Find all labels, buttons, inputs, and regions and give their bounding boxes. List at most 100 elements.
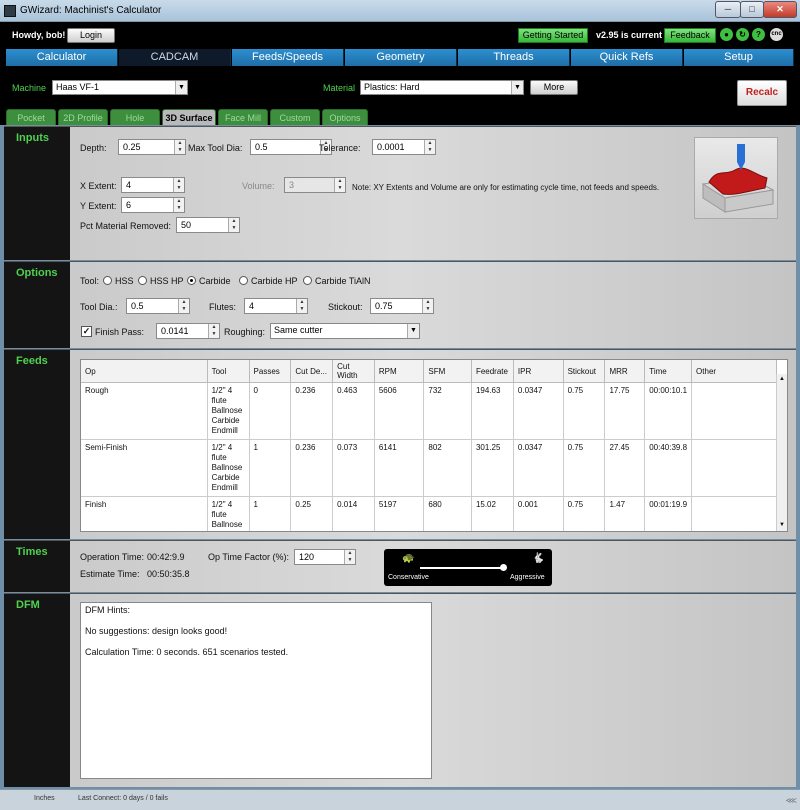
radio-hss[interactable]: HSS [103, 276, 134, 286]
maximize-icon[interactable]: □ [740, 1, 764, 18]
material-select[interactable]: Plastics: Hard ▼ [360, 80, 524, 95]
col-tool[interactable]: Tool [207, 360, 250, 383]
spinner-icon[interactable]: ▲ ▼ [178, 299, 189, 313]
spinner-icon[interactable]: ▲ ▼ [296, 299, 307, 313]
col-time[interactable]: Time [644, 360, 693, 383]
col-feedrate[interactable]: Feedrate [471, 360, 514, 383]
col-op[interactable]: Op [81, 360, 208, 383]
op-time-factor-field[interactable]: 120 ▲ ▼ [294, 549, 356, 565]
table-cell [691, 382, 777, 440]
tab-cadcam[interactable]: CADCAM [119, 49, 231, 66]
col-other[interactable]: Other [691, 360, 777, 383]
login-button[interactable]: Login [67, 28, 115, 43]
tolerance-value: 0.0001 [377, 142, 405, 152]
spinner-icon[interactable]: ▲ ▼ [173, 198, 184, 212]
tool-label: Tool: [80, 276, 100, 286]
table-cell: 0.0347 [513, 439, 564, 497]
table-scrollbar[interactable]: ▲ ▼ [776, 374, 787, 531]
table-cell: 0.236 [290, 382, 334, 440]
settings-icon[interactable]: ↻ [736, 28, 749, 41]
table-row[interactable]: Finish1/2" 4 flute Ballnose Carbide Endm… [81, 496, 777, 531]
radio-hss-hp[interactable]: HSS HP [138, 276, 184, 286]
machine-select[interactable]: Haas VF-1 ▼ [52, 80, 188, 95]
finish-pass-value: 0.0141 [161, 326, 189, 336]
col-passes[interactable]: Passes [249, 360, 292, 383]
forum-icon[interactable]: ● [720, 28, 733, 41]
radio-carbide-hp[interactable]: Carbide HP [239, 276, 298, 286]
radio-selected-icon[interactable] [187, 276, 196, 285]
col-sfm[interactable]: SFM [423, 360, 472, 383]
close-icon[interactable]: ✕ [763, 1, 797, 18]
radio-icon[interactable] [103, 276, 112, 285]
finish-pass-checkbox[interactable]: ✓ [81, 326, 92, 337]
table-row[interactable]: Semi-Finish 1/2" 4 flute Ballnose Carbide… [81, 439, 777, 497]
x-extent-field[interactable]: 4 ▲ ▼ [121, 177, 185, 193]
aggressiveness-slider[interactable]: 🐢 🐇 Conservative Aggressive [384, 549, 552, 586]
surface-illustration [701, 144, 775, 213]
y-extent-field[interactable]: 6 ▲ ▼ [121, 197, 185, 213]
app-icon [4, 5, 16, 17]
col-stickout[interactable]: Stickout [563, 360, 606, 383]
roughing-select[interactable]: Same cutter ▼ [270, 323, 420, 339]
col-ipr[interactable]: IPR [513, 360, 564, 383]
radio-icon[interactable] [239, 276, 248, 285]
spinner-icon[interactable]: ▲ ▼ [174, 140, 185, 154]
slider-track[interactable] [420, 567, 504, 569]
finish-pass-field[interactable]: 0.0141 ▲ ▼ [156, 323, 220, 339]
getting-started-button[interactable]: Getting Started [518, 28, 588, 43]
stickout-field[interactable]: 0.75 ▲ ▼ [370, 298, 434, 314]
tolerance-field[interactable]: 0.0001 ▲ ▼ [372, 139, 436, 155]
subtab-2d-profile[interactable]: 2D Profile [58, 109, 108, 125]
slider-thumb[interactable] [500, 564, 507, 571]
tab-quick-refs[interactable]: Quick Refs [571, 49, 683, 66]
title-bar: GWizard: Machinist's Calculator ─ □ ✕ [0, 0, 800, 22]
flutes-field[interactable]: 4 ▲ ▼ [244, 298, 308, 314]
col-cut-width[interactable]: Cut Width [332, 360, 375, 383]
table-cell: 0.75 [563, 382, 606, 440]
subtab-hole[interactable]: Hole [110, 109, 160, 125]
help-icon[interactable]: ? [752, 28, 765, 41]
logo-icon[interactable]: cnc [770, 28, 783, 41]
pct-material-field[interactable]: 50 ▲ ▼ [176, 217, 240, 233]
radio-icon[interactable] [138, 276, 147, 285]
subtab-custom[interactable]: Custom [270, 109, 320, 125]
spinner-icon[interactable]: ▲ ▼ [422, 299, 433, 313]
more-button[interactable]: More [530, 80, 578, 95]
minimize-icon[interactable]: ─ [715, 1, 741, 18]
table-cell: 0.25 [290, 496, 334, 531]
x-extent-value: 4 [126, 180, 132, 190]
radio-carbide-tialn[interactable]: Carbide TiAlN [303, 276, 371, 286]
tab-setup[interactable]: Setup [684, 49, 794, 66]
dfm-hints-box[interactable]: DFM Hints: No suggestions: design looks … [80, 602, 432, 779]
radio-carbide[interactable]: Carbide [187, 276, 231, 286]
col-rpm[interactable]: RPM [374, 360, 425, 383]
feedback-button[interactable]: Feedback [664, 28, 716, 43]
spinner-icon[interactable]: ▲ ▼ [173, 178, 184, 192]
max-tool-dia-label: Max Tool Dia: [188, 143, 243, 153]
col-mrr[interactable]: MRR [604, 360, 646, 383]
tab-geometry[interactable]: Geometry [345, 49, 457, 66]
spinner-icon[interactable]: ▲ ▼ [344, 550, 355, 564]
subtab-face-mill[interactable]: Face Mill [218, 109, 268, 125]
tool-dia-value: 0.5 [131, 301, 144, 311]
subtab-pocket[interactable]: Pocket [6, 109, 56, 125]
subtab-options[interactable]: Options [322, 109, 368, 125]
table-cell: Rough [81, 382, 208, 440]
radio-icon[interactable] [303, 276, 312, 285]
aggressive-label: Aggressive [510, 574, 545, 581]
spinner-icon[interactable]: ▲ ▼ [424, 140, 435, 154]
tool-dia-field[interactable]: 0.5 ▲ ▼ [126, 298, 190, 314]
resize-grip-icon[interactable]: ⋘ [786, 796, 797, 805]
tab-threads[interactable]: Threads [458, 49, 570, 66]
spinner-icon[interactable]: ▲ ▼ [228, 218, 239, 232]
subtab-3d-surface[interactable]: 3D Surface [162, 109, 216, 125]
spinner-icon[interactable]: ▲ ▼ [208, 324, 219, 338]
depth-field[interactable]: 0.25 ▲ ▼ [118, 139, 186, 155]
table-row[interactable]: Rough 1/2" 4 flute Ballnose Carbide Endmi… [81, 382, 777, 440]
recalc-button[interactable]: Recalc [737, 80, 787, 106]
tab-feeds-speeds[interactable]: Feeds/Speeds [232, 49, 344, 66]
table-cell: 17.75 [604, 382, 646, 440]
depth-value: 0.25 [123, 142, 141, 152]
col-cut-depth[interactable]: Cut De... [290, 360, 334, 383]
tab-calculator[interactable]: Calculator [6, 49, 118, 66]
